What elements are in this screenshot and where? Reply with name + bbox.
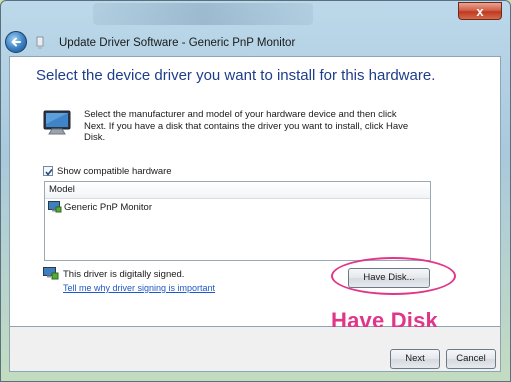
signature-status: This driver is digitally signed. (63, 269, 185, 280)
highlight-ring (331, 257, 456, 295)
device-manager-icon (36, 36, 44, 49)
monitor-icon (43, 110, 71, 135)
show-compatible-label: Show compatible hardware (57, 165, 172, 177)
model-list[interactable]: Model Generic PnP Monitor (44, 181, 431, 261)
model-column-header[interactable]: Model (45, 182, 430, 199)
checkmark-icon (45, 169, 53, 176)
next-button[interactable]: Next (390, 349, 440, 369)
show-compatible-row[interactable]: Show compatible hardware (43, 165, 172, 177)
monitor-driver-icon (48, 201, 62, 213)
back-arrow-icon (11, 37, 21, 47)
list-item[interactable]: Generic PnP Monitor (45, 199, 430, 215)
page-heading: Select the device driver you want to ins… (36, 67, 436, 84)
close-button[interactable]: x (458, 2, 502, 20)
model-name: Generic PnP Monitor (64, 201, 153, 213)
instructions-text: Select the manufacturer and model of you… (84, 109, 409, 143)
background-glass (93, 3, 313, 25)
cancel-button[interactable]: Cancel (446, 349, 496, 369)
close-icon: x (476, 4, 484, 19)
driver-signing-link[interactable]: Tell me why driver signing is important (63, 283, 215, 293)
signed-driver-icon (43, 267, 59, 280)
window-title: Update Driver Software - Generic PnP Mon… (59, 37, 296, 49)
show-compatible-checkbox[interactable] (43, 166, 53, 176)
back-button[interactable] (5, 31, 27, 53)
